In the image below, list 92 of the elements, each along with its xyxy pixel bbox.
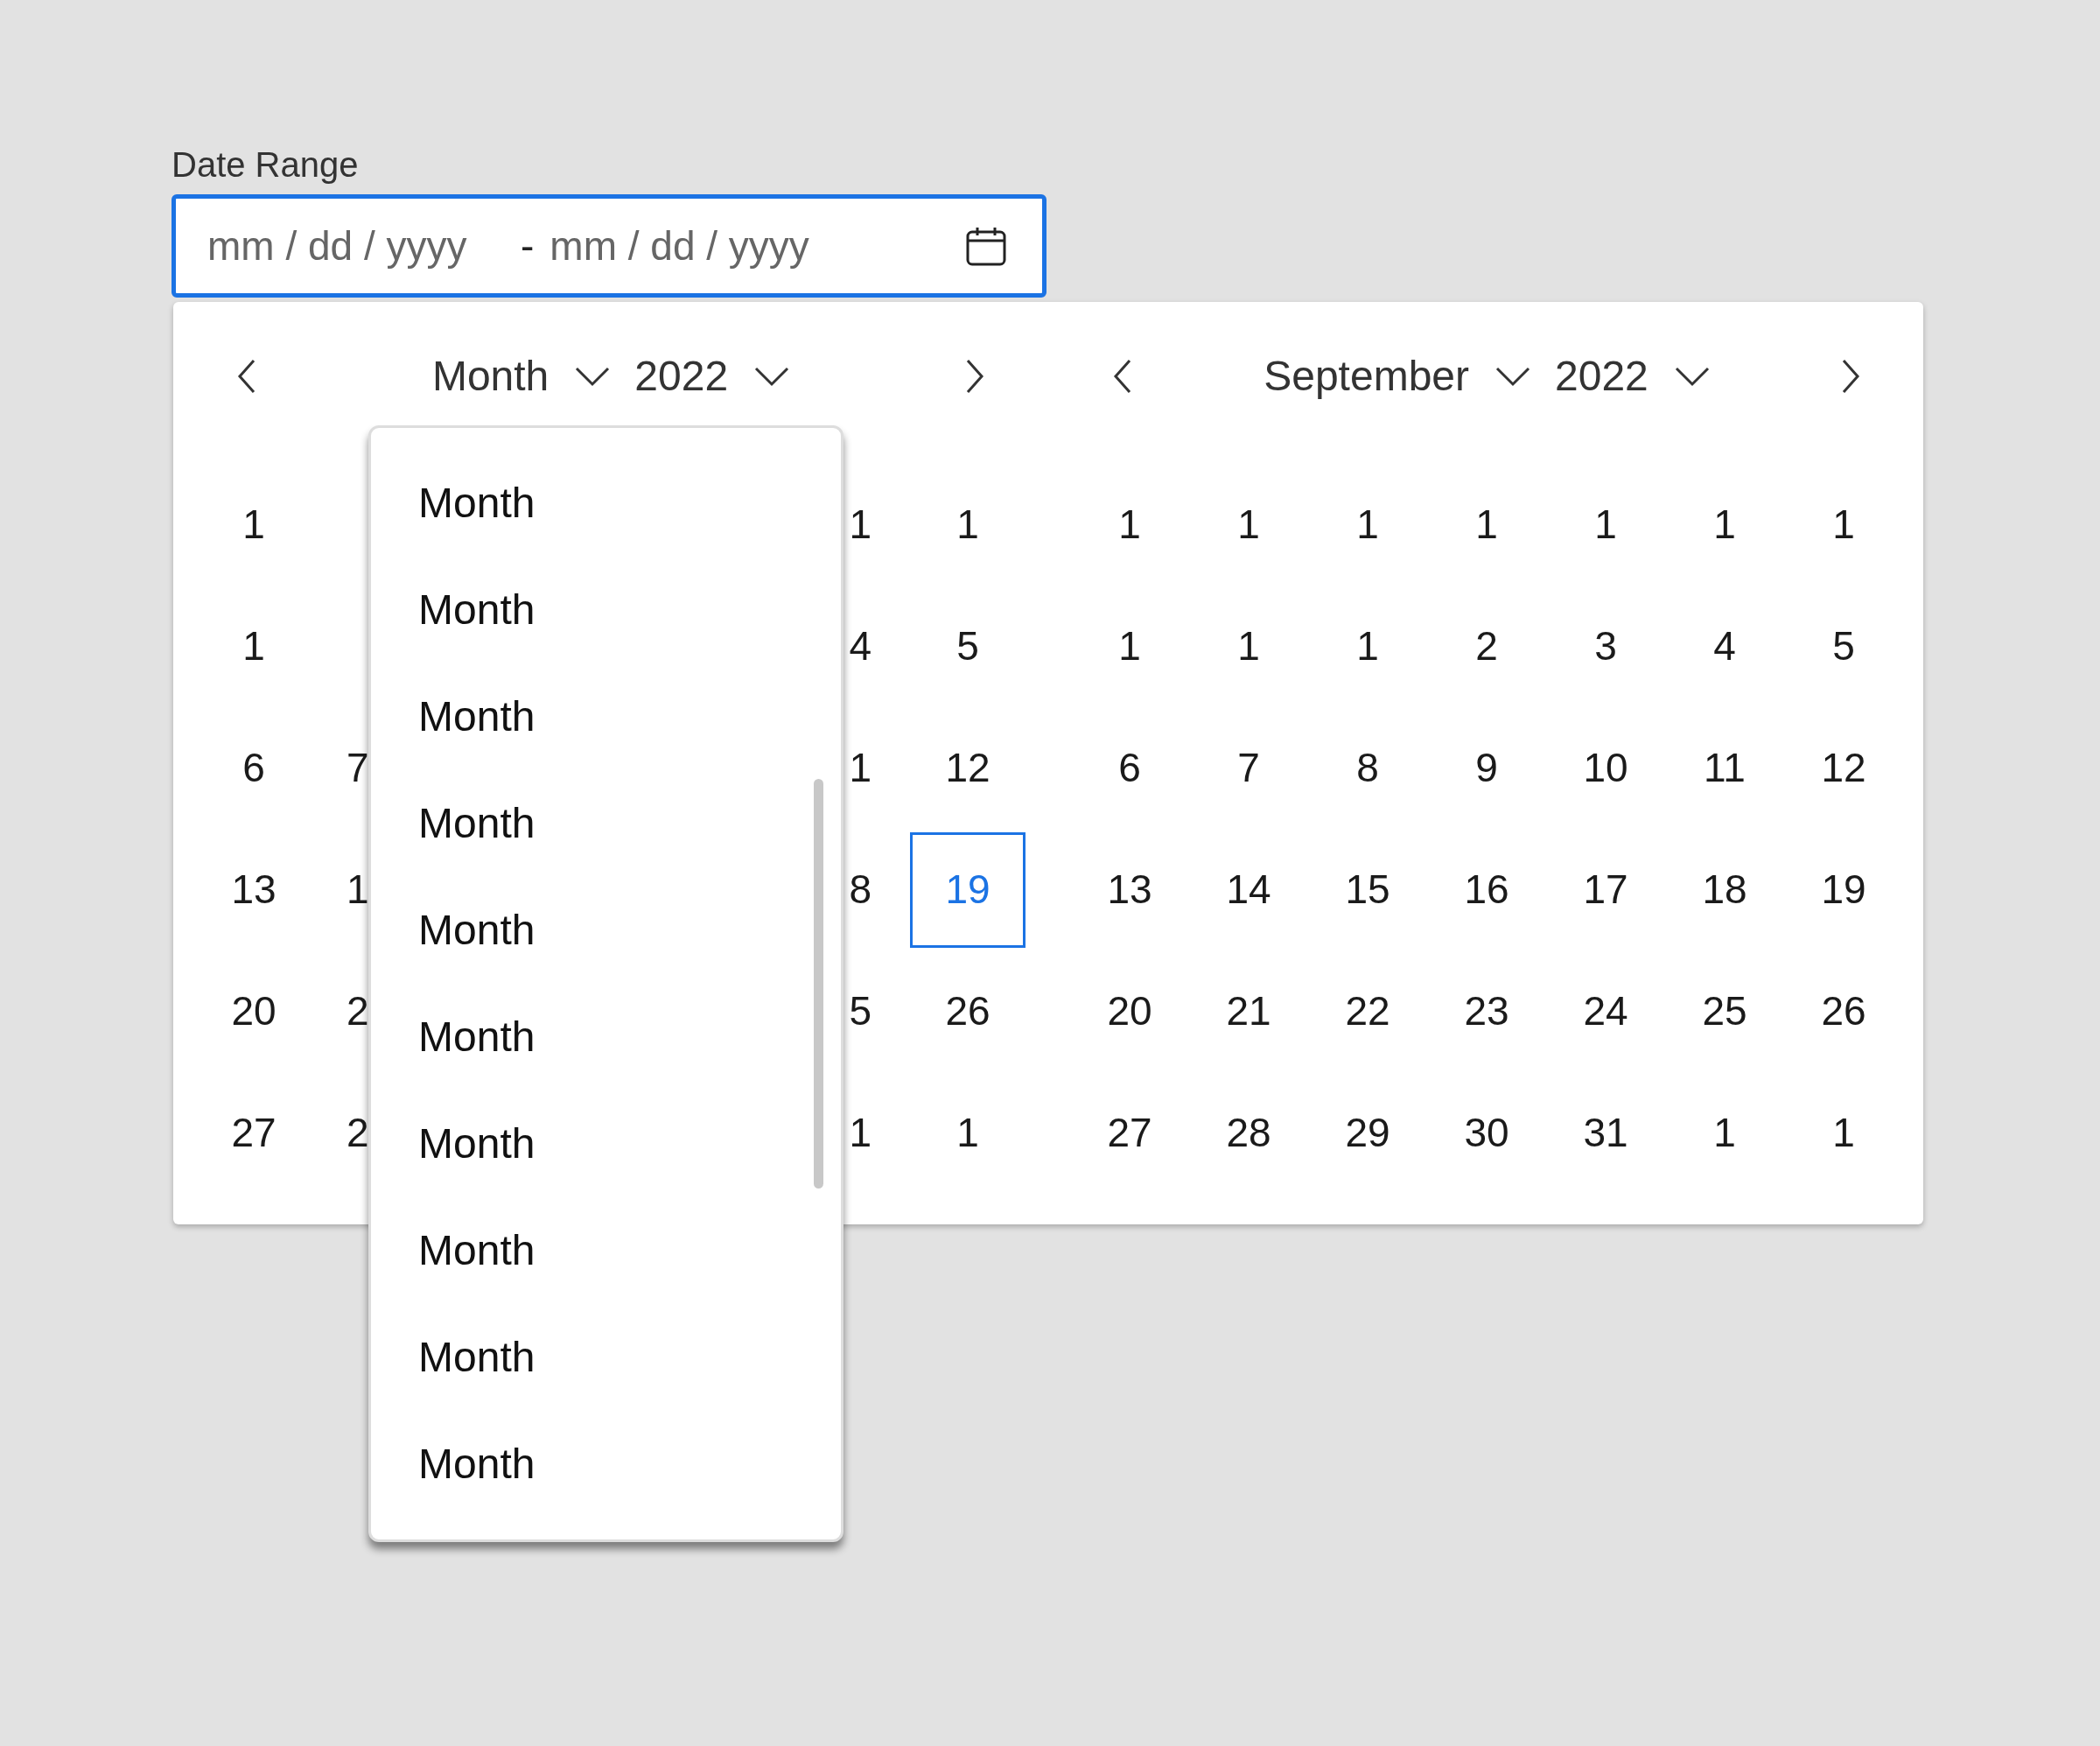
month-option[interactable]: Month [371, 557, 841, 663]
day-button[interactable]: 20 [231, 953, 276, 1069]
day-button[interactable]: 9 [1475, 710, 1498, 826]
month-option[interactable]: Month [371, 1411, 841, 1518]
day-button[interactable]: 27 [1107, 1075, 1152, 1191]
month-select[interactable]: Month [431, 345, 611, 408]
day-button[interactable]: 14 [1226, 831, 1271, 948]
day-button[interactable]: 12 [1821, 710, 1866, 826]
day-button[interactable]: 18 [1702, 831, 1747, 948]
day-button[interactable]: 8 [849, 831, 872, 948]
caret-icon [754, 365, 790, 388]
caret-icon [575, 365, 611, 388]
month-option[interactable]: Month [371, 877, 841, 984]
day-button[interactable]: 12 [945, 710, 990, 826]
day-button[interactable]: 8 [1356, 710, 1379, 826]
day-button[interactable]: 26 [1821, 953, 1866, 1069]
day-button[interactable]: 30 [1464, 1075, 1509, 1191]
day-button[interactable]: 24 [1583, 953, 1628, 1069]
chevron-right-icon [1840, 359, 1861, 394]
day-button[interactable]: 19 [1821, 831, 1866, 948]
day-button[interactable]: 1 [1832, 1075, 1855, 1191]
month-option[interactable]: Month [371, 984, 841, 1090]
year-select[interactable]: 2022 [634, 345, 790, 408]
day-button[interactable]: 4 [849, 588, 872, 705]
field-label: Date Range [172, 144, 360, 186]
day-button[interactable]: 29 [1345, 1075, 1390, 1191]
day-button[interactable]: 4 [1713, 588, 1736, 705]
day-button[interactable]: 1 [1118, 466, 1141, 583]
day-button[interactable]: 1 [1713, 1075, 1736, 1191]
day-button[interactable]: 25 [1702, 953, 1747, 1069]
day-button[interactable]: 13 [1107, 831, 1152, 948]
day-button[interactable]: 1 [1237, 466, 1260, 583]
day-button[interactable]: 5 [1832, 588, 1855, 705]
day-button[interactable]: 11 [1704, 710, 1746, 826]
chevron-left-icon [1112, 359, 1133, 394]
day-button[interactable]: 1 [849, 1075, 872, 1191]
day-button[interactable]: 1 [956, 466, 979, 583]
day-button[interactable]: 1 [242, 466, 265, 583]
chevron-right-icon [964, 359, 985, 394]
caret-icon [1495, 365, 1530, 388]
day-button[interactable]: 2 [346, 1075, 369, 1191]
day-button[interactable]: 1 [1713, 466, 1736, 583]
month-option[interactable]: Month [371, 770, 841, 877]
day-button[interactable]: 16 [1464, 831, 1509, 948]
day-button[interactable]: 1 [1118, 588, 1141, 705]
day-button[interactable]: 5 [849, 953, 872, 1069]
day-button[interactable]: 1 [849, 710, 872, 826]
day-button[interactable]: 1 [1237, 588, 1260, 705]
scrollbar[interactable] [814, 779, 823, 1189]
day-button[interactable]: 15 [1345, 831, 1390, 948]
month-option[interactable]: Month [371, 663, 841, 770]
range-separator: - [521, 221, 535, 270]
month-option[interactable]: Month [371, 450, 841, 557]
end-date-input[interactable]: mm / dd / yyyy [550, 215, 848, 277]
day-button[interactable]: 6 [1118, 710, 1141, 826]
day-button[interactable]: 5 [956, 588, 979, 705]
year-select[interactable]: 2022 [1555, 345, 1710, 408]
day-button[interactable]: 1 [1832, 466, 1855, 583]
day-button[interactable]: 23 [1464, 953, 1509, 1069]
day-button[interactable]: 7 [1237, 710, 1260, 826]
month-select[interactable]: September [1264, 345, 1530, 408]
month-option[interactable]: Month [371, 1304, 841, 1411]
day-button[interactable]: 27 [231, 1075, 276, 1191]
day-button[interactable]: 6 [242, 710, 265, 826]
day-button[interactable]: 31 [1583, 1075, 1628, 1191]
day-button[interactable]: 26 [945, 953, 990, 1069]
day-button[interactable]: 7 [346, 710, 369, 826]
day-button[interactable]: 17 [1583, 831, 1628, 948]
day-button[interactable]: 22 [1345, 953, 1390, 1069]
day-button[interactable]: 10 [1583, 710, 1628, 826]
day-button[interactable]: 13 [231, 831, 276, 948]
month-option[interactable]: Month [371, 1197, 841, 1304]
start-date-input[interactable]: mm / dd / yyyy [207, 215, 505, 277]
day-button[interactable]: 20 [1107, 953, 1152, 1069]
caret-icon [1674, 365, 1710, 388]
day-button[interactable]: 1 [1475, 466, 1498, 583]
day-button[interactable]: 1 [1594, 466, 1617, 583]
day-button[interactable]: 1 [1356, 588, 1379, 705]
day-button[interactable]: 19 [910, 831, 1026, 948]
calendar-icon[interactable] [965, 225, 1007, 267]
day-button[interactable]: 1 [1356, 466, 1379, 583]
day-button[interactable]: 1 [242, 588, 265, 705]
day-button[interactable]: 1 [849, 466, 872, 583]
day-button[interactable]: 1 [956, 1075, 979, 1191]
day-button[interactable]: 3 [1594, 588, 1617, 705]
chevron-left-icon [236, 359, 257, 394]
day-button[interactable]: 2 [1475, 588, 1498, 705]
day-button[interactable]: 21 [1226, 953, 1271, 1069]
day-button[interactable]: 1 [346, 831, 369, 948]
day-button[interactable]: 2 [346, 953, 369, 1069]
month-option[interactable]: Month [371, 1090, 841, 1197]
day-button[interactable]: 28 [1226, 1075, 1271, 1191]
